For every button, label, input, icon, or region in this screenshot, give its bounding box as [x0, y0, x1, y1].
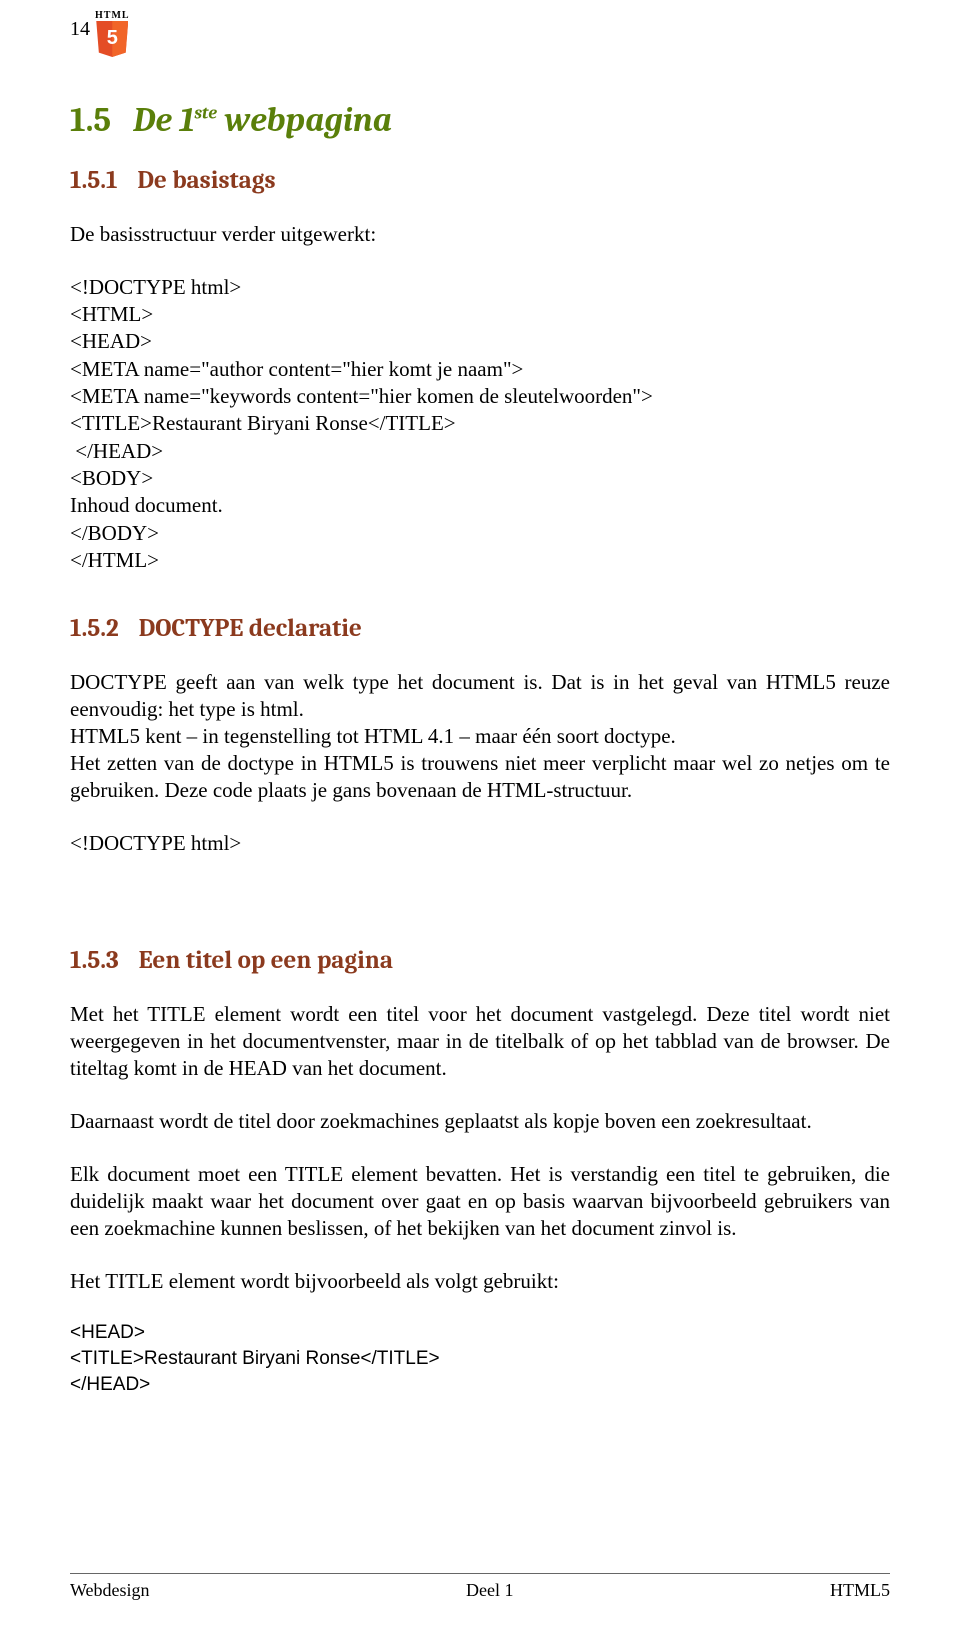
heading-2-basistags: 1.5.1 De basistags [70, 166, 890, 195]
code-line-doctype: <!DOCTYPE html> [70, 830, 890, 857]
code-line: <TITLE>Restaurant Biryani Ronse</TITLE> [70, 1346, 890, 1372]
code-line: <HEAD> [70, 1320, 890, 1346]
heading-1: 1.5 De 1ste webpagina [70, 100, 890, 140]
page-number: 14 [70, 18, 90, 41]
code-line: </HTML> [70, 547, 890, 574]
code-line: <HTML> [70, 301, 890, 328]
h2-number: 1.5.2 [70, 614, 119, 643]
h2-text: DOCTYPE declaratie [139, 614, 362, 643]
paragraph: Elk document moet een TITLE element beva… [70, 1161, 890, 1242]
code-block-structure: <!DOCTYPE html> <HTML> <HEAD> <META name… [70, 274, 890, 574]
h1-sup: ste [194, 103, 217, 124]
heading-2-title: 1.5.3 Een titel op een pagina [70, 946, 890, 975]
shield-icon: 5 [96, 21, 128, 57]
paragraph: Daarnaast wordt de titel door zoekmachin… [70, 1108, 890, 1135]
code-line: <HEAD> [70, 328, 890, 355]
code-line: <META name="keywords content="hier komen… [70, 383, 890, 410]
code-line: <META name="author content="hier komt je… [70, 356, 890, 383]
code-line: </HEAD> [70, 438, 890, 465]
h2-text: De basistags [137, 166, 275, 195]
h1-number: 1.5 [70, 100, 111, 140]
html5-logo: HTML 5 [95, 10, 130, 57]
code-line: <TITLE>Restaurant Biryani Ronse</TITLE> [70, 410, 890, 437]
h2-number: 1.5.1 [70, 166, 117, 195]
code-line: <!DOCTYPE html> [70, 274, 890, 301]
code-block-title: <HEAD> <TITLE>Restaurant Biryani Ronse</… [70, 1320, 890, 1397]
h2-text: Een titel op een pagina [139, 946, 393, 975]
code-line: Inhoud document. [70, 492, 890, 519]
code-line: </BODY> [70, 520, 890, 547]
footer-left: Webdesign [70, 1580, 150, 1601]
footer-center: Deel 1 [466, 1580, 513, 1601]
html5-logo-label: HTML [95, 10, 130, 21]
paragraph: DOCTYPE geeft aan van welk type het docu… [70, 669, 890, 803]
paragraph: Met het TITLE element wordt een titel vo… [70, 1001, 890, 1082]
h2-number: 1.5.3 [70, 946, 119, 975]
code-line: </HEAD> [70, 1372, 890, 1398]
h1-text-post: webpagina [217, 100, 392, 140]
heading-2-doctype: 1.5.2 DOCTYPE declaratie [70, 614, 890, 643]
paragraph: Het TITLE element wordt bijvoorbeeld als… [70, 1268, 890, 1295]
h1-text-pre: De 1 [133, 100, 194, 140]
paragraph: De basisstructuur verder uitgewerkt: [70, 221, 890, 248]
code-line: <BODY> [70, 465, 890, 492]
footer-right: HTML5 [830, 1580, 890, 1601]
page-footer: Webdesign Deel 1 HTML5 [70, 1573, 890, 1601]
